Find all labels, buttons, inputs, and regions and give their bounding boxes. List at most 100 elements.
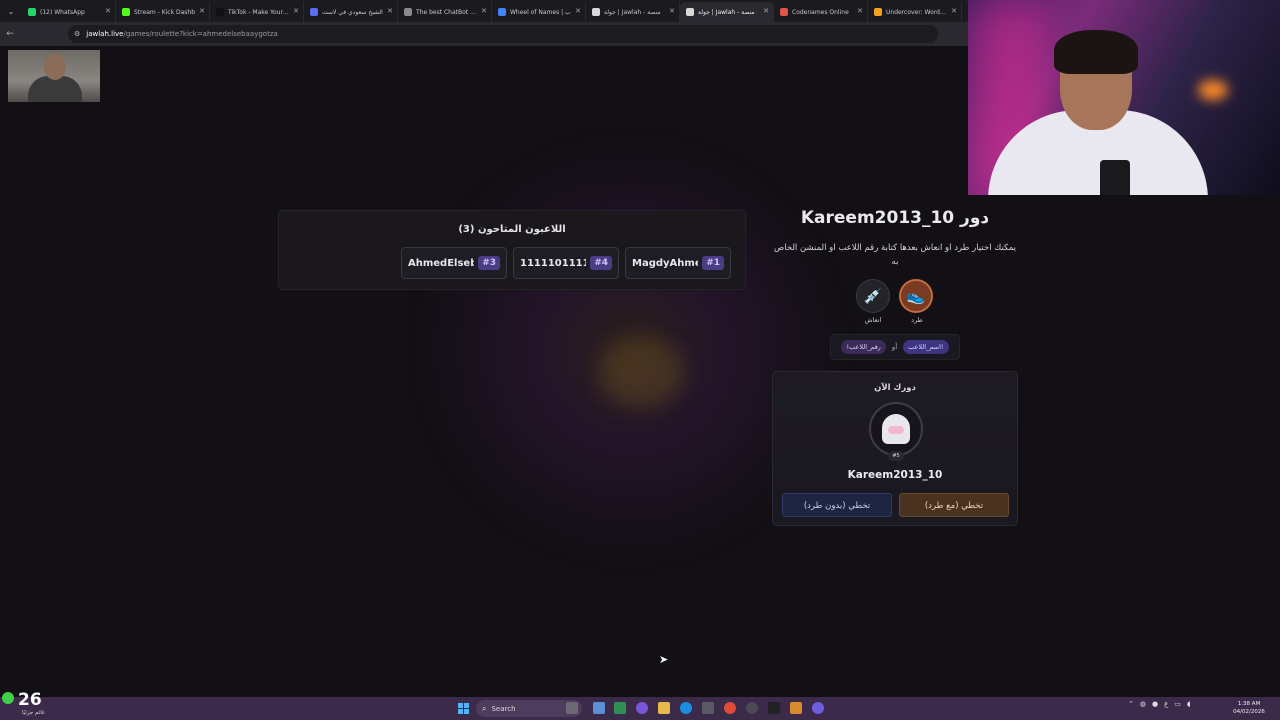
discord-icon[interactable] (812, 702, 824, 714)
back-icon[interactable]: ← (0, 29, 20, 39)
skip-with-kick-button[interactable]: تخطي (مع طرد) (899, 493, 1009, 517)
tab-label: TikTok - Make Your D (228, 8, 289, 16)
revive-action-label: انعاش (864, 316, 882, 324)
tab-close-icon[interactable]: ✕ (105, 7, 111, 15)
avatar (869, 402, 923, 456)
tab-label: (12) WhatsApp (40, 8, 85, 16)
browser-tab[interactable]: الشيخ سعودي في لاست ✕ (304, 2, 398, 22)
player-name: MagdyAhmed... (632, 257, 698, 269)
taskbar-clock[interactable]: 1:38 AM 04/02/2026 (1226, 700, 1272, 716)
network-icon[interactable]: ◍ (1140, 700, 1146, 708)
task-view-icon[interactable] (593, 702, 605, 714)
current-turn-label: دورك الآن (874, 383, 916, 393)
skip-without-kick-button[interactable]: تخطي (بدون طرد) (782, 493, 892, 517)
syntax-by-name: !اسم_اللاعب (903, 340, 949, 354)
tab-favicon-icon (28, 8, 36, 16)
avatar-number-badge: #5 (888, 451, 904, 461)
browser-tab[interactable]: The best ChatBot an ✕ (398, 2, 492, 22)
tab-close-icon[interactable]: ✕ (857, 7, 863, 15)
command-syntax-hint: !اسم_اللاعب أو رقم_اللاعب! (830, 334, 960, 360)
tab-label: Stream - Kick Dashb (134, 8, 195, 16)
webcam-overlay-large (968, 0, 1280, 195)
revive-action-button[interactable]: 💉 (856, 279, 890, 313)
tab-close-icon[interactable]: ✕ (669, 7, 675, 15)
tab-label: الشيخ سعودي في لاست (322, 8, 383, 16)
url-path: /games/roulette?kick=ahmedelsebaaygotza (123, 30, 278, 38)
taskbar-app-icon[interactable] (614, 702, 626, 714)
language-indicator[interactable]: ع (1164, 700, 1168, 708)
webcam-overlay-small (8, 50, 100, 102)
clock-date: 04/02/2026 (1233, 709, 1265, 715)
system-tray: ⌃ ◍ ● ع ▭ ◖ (1128, 700, 1191, 708)
available-players-title: اللاعبون المتاحون (3) (458, 224, 566, 235)
tab-favicon-icon (592, 8, 600, 16)
player-chip[interactable]: AhmedElseb... #3 (401, 247, 507, 279)
browser-tab[interactable]: Undercover: Word Pa ✕ (868, 2, 962, 22)
player-name: AhmedElseb... (408, 257, 475, 269)
mic-icon[interactable]: ● (1152, 700, 1158, 708)
player-number-badge: #3 (478, 256, 500, 270)
tab-search-icon[interactable]: ⌄ (0, 0, 22, 22)
tab-close-icon[interactable]: ✕ (951, 7, 957, 15)
address-bar-row: ← ⚙ jawlah.live/games/roulette?kick=ahme… (0, 22, 968, 46)
roulette-center-blurred (598, 336, 684, 408)
current-turn-card: دورك الآن #5 Kareem2013_10 تخطي (مع طرد)… (772, 371, 1018, 526)
volume-icon[interactable]: ◖ (1187, 700, 1191, 708)
tab-favicon-icon (310, 8, 318, 16)
weather-description: غائم جزئيًا (22, 710, 45, 716)
site-info-icon[interactable]: ⚙ (74, 30, 80, 38)
browser-tab[interactable]: TikTok - Make Your D ✕ (210, 2, 304, 22)
weather-widget[interactable]: 26 غائم جزئيًا (0, 690, 60, 720)
browser-tab[interactable]: Wheel of Names | ب ✕ (492, 2, 586, 22)
turn-description: يمكنك اختيار طرد او انعاش بعدها كتابة رق… (773, 243, 1016, 267)
syntax-or: أو (891, 343, 898, 351)
taskbar-app-icon[interactable] (636, 702, 648, 714)
tab-close-icon[interactable]: ✕ (481, 7, 487, 15)
tab-close-icon[interactable]: ✕ (199, 7, 205, 15)
url-field[interactable]: ⚙ jawlah.live/games/roulette?kick=ahmede… (68, 25, 938, 43)
weather-icon (2, 692, 14, 704)
tab-close-icon[interactable]: ✕ (575, 7, 581, 15)
browser-tab-bar: ⌄ (12) WhatsApp ✕ Stream - Kick Dashb ✕ TikT… (0, 0, 968, 22)
browser-tab[interactable]: Codenames Online ✕ (774, 2, 868, 22)
weather-temp: 26 (18, 690, 42, 710)
chevron-up-icon[interactable]: ⌃ (1128, 700, 1134, 708)
current-player-name: Kareem2013_10 (847, 469, 943, 481)
browser-tab[interactable]: Stream - Kick Dashb ✕ (116, 2, 210, 22)
clock-time: 1:38 AM (1237, 701, 1261, 707)
browser-tab[interactable]: (12) WhatsApp ✕ (22, 2, 116, 22)
taskbar-app-icon[interactable] (768, 702, 780, 714)
tab-favicon-icon (216, 8, 224, 16)
tab-close-icon[interactable]: ✕ (293, 7, 299, 15)
display-icon[interactable]: ▭ (1174, 700, 1181, 708)
tab-label: Wheel of Names | ب (510, 8, 571, 16)
file-explorer-icon[interactable] (658, 702, 670, 714)
tab-favicon-icon (498, 8, 506, 16)
obs-icon[interactable] (746, 702, 758, 714)
player-chip[interactable]: 1111101111... #4 (513, 247, 619, 279)
tab-favicon-icon (404, 8, 412, 16)
taskbar-app-icon[interactable] (566, 702, 578, 714)
chrome-icon[interactable] (724, 702, 736, 714)
turn-title: دور Kareem2013_10 (800, 208, 990, 228)
edge-browser-icon[interactable] (680, 702, 692, 714)
store-icon[interactable] (702, 702, 714, 714)
player-number-badge: #1 (702, 256, 724, 270)
kick-action-button[interactable]: 👟 (899, 279, 933, 313)
url-host: jawlah.live (86, 30, 124, 38)
tab-favicon-icon (122, 8, 130, 16)
start-button-icon[interactable] (458, 703, 469, 714)
available-players-panel: اللاعبون المتاحون (3) AhmedElseb... #3 1… (278, 210, 746, 290)
tab-favicon-icon (874, 8, 882, 16)
tab-label: The best ChatBot an (416, 8, 477, 16)
tab-label: Codenames Online (792, 8, 849, 16)
player-chip[interactable]: MagdyAhmed... #1 (625, 247, 731, 279)
tab-label: جولة | Jawlah - منصة (698, 8, 755, 16)
tab-label: Undercover: Word Pa (886, 8, 947, 16)
taskbar-app-icon[interactable] (790, 702, 802, 714)
syntax-by-number: رقم_اللاعب! (841, 340, 886, 354)
tab-close-icon[interactable]: ✕ (763, 7, 769, 15)
browser-tab[interactable]: جولة | Jawlah - منصة ✕ (586, 2, 680, 22)
browser-tab[interactable]: جولة | Jawlah - منصة ✕ (680, 2, 774, 22)
tab-close-icon[interactable]: ✕ (387, 7, 393, 15)
